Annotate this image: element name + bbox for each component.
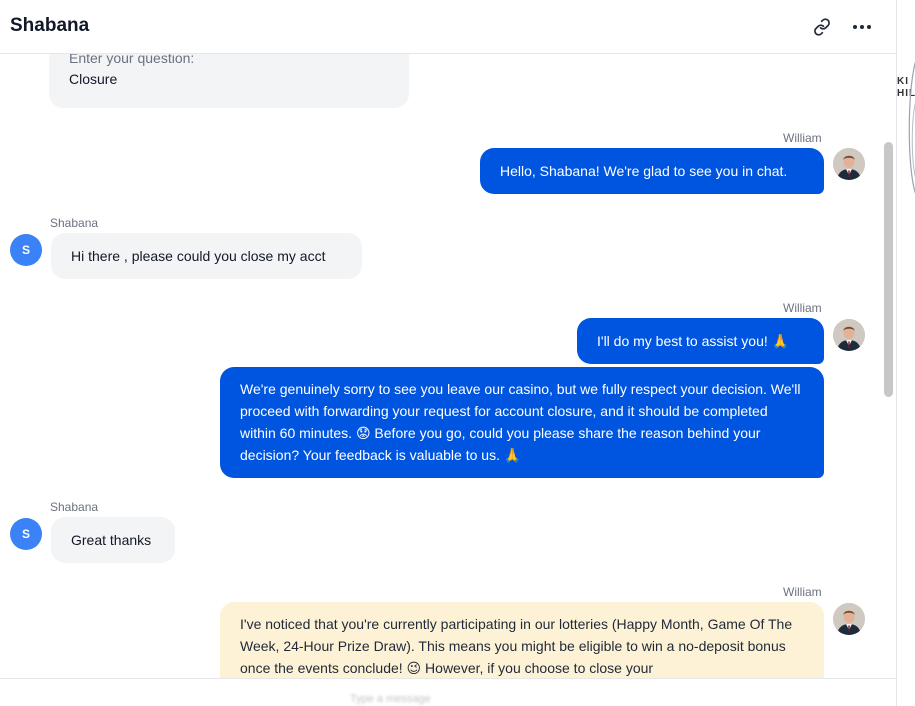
message-text: Great thanks (71, 532, 152, 548)
agent-message-bubble: We're genuinely sorry to see you leave o… (220, 367, 824, 478)
agent-avatar (833, 319, 865, 351)
more-options-button[interactable] (849, 14, 875, 40)
message-text: We're genuinely sorry to see you leave o… (240, 381, 801, 463)
sender-name-user: Shabana (50, 216, 99, 230)
background-page-edge: KI HIL (896, 0, 915, 706)
user-avatar: S (10, 518, 42, 550)
composer-placeholder: Type a message (350, 693, 431, 705)
agent-avatar-photo-icon (833, 603, 865, 635)
message-text: I've noticed that you're currently parti… (240, 616, 793, 676)
form-answer: Closure (69, 71, 118, 87)
scrollbar-thumb[interactable] (884, 142, 893, 397)
user-message-bubble: Hi there , please could you close my acc… (51, 233, 362, 279)
user-avatar: S (10, 234, 42, 266)
link-icon (814, 18, 830, 36)
agent-avatar-photo-icon (833, 148, 865, 180)
message-text: Hello, Shabana! We're glad to see you in… (500, 163, 788, 179)
sender-name-agent: William (783, 131, 822, 145)
message-text: I'll do my best to assist you! 🙏 (597, 333, 790, 349)
copy-link-button[interactable] (809, 14, 835, 40)
message-text: Hi there , please could you close my acc… (71, 248, 326, 264)
agent-avatar (833, 603, 865, 635)
sender-name-user: Shabana (50, 500, 99, 514)
background-seal-icon (908, 61, 915, 194)
sender-name-agent: William (783, 301, 822, 315)
agent-message-bubble: I'll do my best to assist you! 🙏 (577, 318, 824, 364)
agent-message-bubble: Hello, Shabana! We're glad to see you in… (480, 148, 824, 194)
agent-avatar (833, 148, 865, 180)
chat-panel: Enter your question: Closure William Hel… (0, 0, 896, 706)
chat-header: Shabana (0, 0, 896, 54)
message-list[interactable]: Enter your question: Closure William Hel… (0, 0, 896, 706)
message-composer[interactable]: Type a message (0, 678, 896, 706)
more-horizontal-icon (853, 25, 871, 29)
page-title: Shabana (10, 15, 90, 36)
user-message-bubble: Great thanks (51, 517, 175, 563)
agent-avatar-photo-icon (833, 319, 865, 351)
sender-name-agent: William (783, 585, 822, 599)
